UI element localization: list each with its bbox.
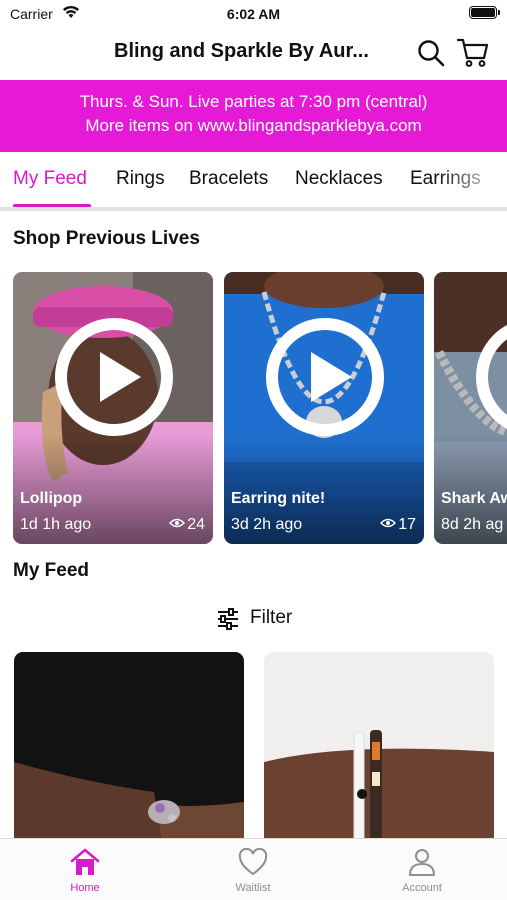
nav-account[interactable]: Account — [372, 847, 472, 897]
previous-lives-heading: Shop Previous Lives — [13, 228, 200, 249]
view-count-value: 17 — [398, 516, 416, 533]
live-card[interactable]: Earring nite! 3d 2h ago 17 — [224, 272, 424, 544]
live-card[interactable]: Lollipop 1d 1h ago 24 — [13, 272, 213, 544]
banner-line-1: Thurs. & Sun. Live parties at 7:30 pm (c… — [79, 92, 428, 111]
live-age: 3d 2h ago — [231, 516, 303, 533]
sliders-icon — [218, 608, 238, 630]
store-title: Bling and Sparkle By Aur... — [114, 40, 369, 62]
search-icon[interactable] — [416, 38, 446, 68]
tabs-fade — [437, 160, 507, 204]
clock: 6:02 AM — [226, 6, 281, 22]
top-header: Bling and Sparkle By Aur... — [0, 30, 507, 76]
banner-line-2: More items on www.blingandsparklebya.com — [85, 116, 422, 135]
view-count-value: 24 — [187, 516, 205, 533]
tab-my-feed[interactable]: My Feed — [13, 168, 87, 190]
filter-label: Filter — [250, 607, 293, 628]
tab-bracelets[interactable]: Bracelets — [189, 168, 268, 190]
product-image — [264, 652, 494, 852]
heart-icon — [238, 847, 268, 876]
play-icon[interactable] — [474, 316, 507, 438]
feed-heading: My Feed — [13, 560, 90, 581]
eye-icon — [380, 518, 397, 528]
eye-icon — [169, 518, 186, 528]
live-card[interactable]: Shark Aw 8d 2h ag — [434, 272, 507, 544]
live-title: Shark Aw — [441, 490, 507, 507]
bottom-tab-bar: Home Waitlist Account — [0, 838, 507, 900]
nav-waitlist[interactable]: Waitlist — [203, 847, 303, 897]
tab-necklaces[interactable]: Necklaces — [295, 168, 383, 190]
tab-rings[interactable]: Rings — [116, 168, 165, 190]
home-icon — [70, 848, 100, 875]
play-icon[interactable] — [264, 316, 386, 438]
person-icon — [409, 849, 435, 876]
cart-icon[interactable] — [456, 36, 490, 68]
promo-banner[interactable]: Thurs. & Sun. Live parties at 7:30 pm (c… — [0, 80, 507, 152]
view-count: 24 — [169, 516, 205, 534]
battery-icon — [469, 6, 500, 19]
live-age: 8d 2h ag — [441, 516, 504, 533]
nav-account-label: Account — [402, 882, 442, 894]
status-bar: Carrier 6:02 AM — [0, 0, 507, 28]
nav-home[interactable]: Home — [35, 847, 135, 897]
tabs-divider — [0, 207, 507, 211]
feed-item[interactable] — [264, 652, 494, 852]
nav-waitlist-label: Waitlist — [235, 882, 271, 894]
category-tabs: My Feed Rings Bracelets Necklaces Earrin… — [0, 160, 507, 212]
live-age: 1d 1h ago — [20, 516, 92, 533]
play-icon[interactable] — [53, 316, 175, 438]
view-count: 17 — [380, 516, 416, 534]
live-title: Lollipop — [20, 490, 83, 507]
live-title: Earring nite! — [231, 490, 326, 507]
product-image — [14, 652, 244, 852]
nav-home-label: Home — [70, 882, 100, 894]
feed-item[interactable] — [14, 652, 244, 852]
